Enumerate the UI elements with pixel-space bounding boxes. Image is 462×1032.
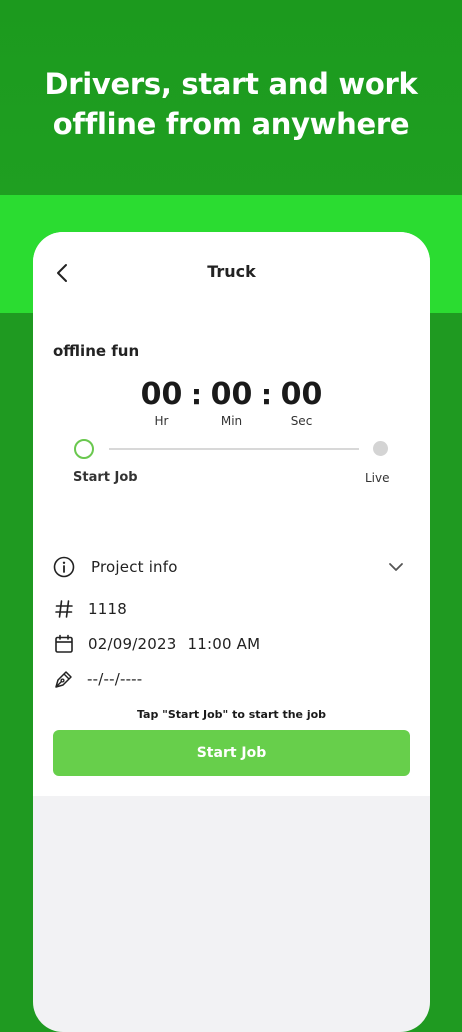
pen-icon <box>53 668 75 690</box>
project-date: 02/09/2023 <box>88 635 177 653</box>
job-timer: 00 Hr : 00 Min : 00 Sec <box>33 377 430 429</box>
timer-hours: 00 Hr <box>135 377 189 429</box>
job-name: offline fun <box>53 342 140 360</box>
timer-minutes-value: 00 <box>210 377 253 412</box>
info-icon <box>53 556 75 578</box>
phone-screen: Truck offline fun 00 Hr : 00 Min : 00 Se… <box>33 232 430 1032</box>
start-job-button[interactable]: Start Job <box>53 730 410 776</box>
timer-seconds-value: 00 <box>280 377 323 412</box>
start-job-hint: Tap "Start Job" to start the job <box>136 708 327 721</box>
project-number: 1118 <box>88 600 127 618</box>
project-info-label: Project info <box>91 558 178 576</box>
timer-hours-label: Hr <box>154 414 169 428</box>
chevron-down-icon[interactable] <box>387 558 405 576</box>
project-date-row: 02/09/2023 11:00 AM <box>53 633 260 655</box>
promo-headline: Drivers, start and work offline from any… <box>0 64 462 144</box>
project-time: 11:00 AM <box>187 635 261 653</box>
signature-row: --/--/---- <box>53 668 142 690</box>
timer-hours-value: 00 <box>140 377 183 412</box>
progress-start-dot <box>74 439 94 459</box>
timer-separator: : <box>260 378 273 411</box>
project-info-toggle[interactable]: Project info <box>53 556 178 578</box>
progress-end-dot <box>373 441 388 456</box>
progress-track <box>109 448 359 450</box>
progress-live-label: Live <box>365 471 390 485</box>
project-number-row: 1118 <box>53 598 127 620</box>
hash-icon <box>53 598 75 620</box>
screen-title: Truck <box>207 262 256 281</box>
timer-seconds: 00 Sec <box>275 377 329 429</box>
timer-minutes-label: Min <box>220 414 243 428</box>
timer-seconds-label: Sec <box>290 414 313 428</box>
progress-start-label: Start Job <box>73 470 138 485</box>
timer-separator: : <box>190 378 203 411</box>
calendar-icon <box>53 633 75 655</box>
headline-line-2: offline from anywhere <box>52 107 410 141</box>
signature-date: --/--/---- <box>87 670 143 688</box>
timer-minutes: 00 Min <box>205 377 259 429</box>
headline-line-1: Drivers, start and work <box>44 67 418 101</box>
